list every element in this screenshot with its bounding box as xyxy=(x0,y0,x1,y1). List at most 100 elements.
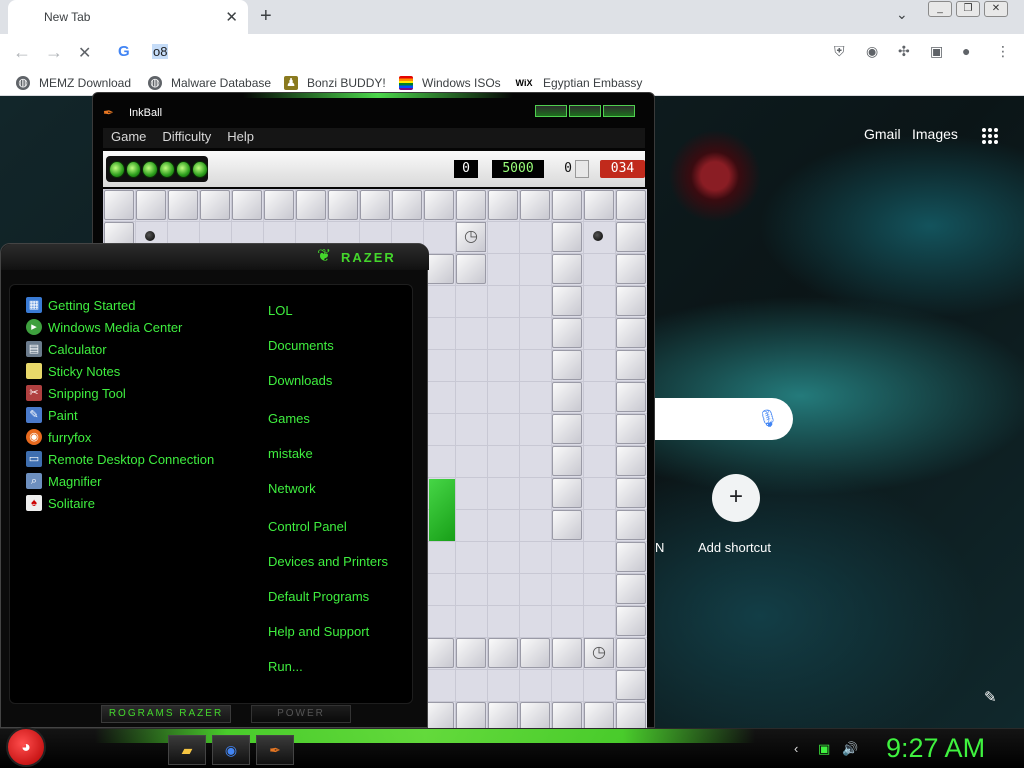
profile-avatar-icon[interactable]: ● xyxy=(962,43,970,59)
program-label: Paint xyxy=(48,407,78,423)
restore-button[interactable]: ❐ xyxy=(956,1,980,17)
side-panel-icon[interactable]: ▣ xyxy=(930,43,943,60)
wall-tile xyxy=(104,190,134,220)
tab-strip: New Tab ✕ + ⌄ _ ❐ ✕ xyxy=(0,0,1024,34)
program-getting-started[interactable]: ▦ Getting Started xyxy=(26,296,135,314)
shortcut-label-partial[interactable]: N xyxy=(655,540,664,555)
stop-loading-icon[interactable]: ✕ xyxy=(78,43,91,63)
bookmark-bonzi[interactable]: ♟ Bonzi BUDDY! xyxy=(284,76,386,90)
program-label: Magnifier xyxy=(48,473,102,489)
wall-tile xyxy=(456,638,486,668)
tab-search-chevron-icon[interactable]: ⌄ xyxy=(896,6,908,23)
program-furryfox[interactable]: ◉ furryfox xyxy=(26,428,91,446)
wall-tile xyxy=(488,638,518,668)
wall-tile xyxy=(552,254,582,284)
timer-tile-icon: ◷ xyxy=(584,638,614,668)
new-tab-button[interactable]: + xyxy=(260,5,272,28)
minimize-button[interactable] xyxy=(535,105,567,117)
show-hidden-icons-chevron[interactable]: ‹ xyxy=(794,741,798,756)
address-bar-text[interactable]: o8 xyxy=(152,44,169,59)
wall-tile xyxy=(552,350,582,380)
menu-difficulty[interactable]: Difficulty xyxy=(162,129,211,148)
bookmark-egyptian-embassy[interactable]: WiX Egyptian Embassy xyxy=(514,76,643,90)
bookmark-memz[interactable]: ◍ MEMZ Download xyxy=(16,76,131,90)
back-icon[interactable]: ← xyxy=(13,42,31,63)
timer-tile-icon: ◷ xyxy=(456,222,486,252)
place-network[interactable]: Network xyxy=(268,481,316,496)
taskbar: ◕ ▰ ◉ ✒ ‹ ▣ 🔊 9:27 AM xyxy=(0,727,1024,768)
close-button[interactable] xyxy=(603,105,635,117)
program-paint[interactable]: ✎ Paint xyxy=(26,406,78,424)
remaining-balls xyxy=(106,156,209,182)
add-shortcut-label[interactable]: Add shortcut xyxy=(698,540,771,555)
maximize-button[interactable] xyxy=(569,105,601,117)
google-apps-icon[interactable] xyxy=(982,128,998,144)
chrome-icon[interactable]: ◉ xyxy=(212,735,250,765)
place-games[interactable]: Games xyxy=(268,411,310,426)
bookmark-windows-isos[interactable]: Windows ISOs xyxy=(399,76,501,90)
program-solitaire[interactable]: ♠ Solitaire xyxy=(26,494,95,512)
close-window-button[interactable]: ✕ xyxy=(984,1,1008,17)
network-icon[interactable]: ▣ xyxy=(818,741,830,757)
ublock-icon[interactable]: ⛨ xyxy=(834,43,845,60)
place-devices-printers[interactable]: Devices and Printers xyxy=(268,554,388,569)
program-snipping-tool[interactable]: ✂ Snipping Tool xyxy=(26,384,126,402)
program-calculator[interactable]: ▤ Calculator xyxy=(26,340,107,358)
program-sticky-notes[interactable]: Sticky Notes xyxy=(26,362,120,380)
customize-pencil-icon[interactable]: ✎ xyxy=(984,688,997,706)
program-remote-desktop[interactable]: ▭ Remote Desktop Connection xyxy=(26,450,214,468)
minimize-button[interactable]: _ xyxy=(928,1,952,17)
menu-game[interactable]: Game xyxy=(111,129,146,148)
extension-flag-icon[interactable]: ◉ xyxy=(866,43,878,60)
wall-tile xyxy=(616,670,646,700)
place-mistake[interactable]: mistake xyxy=(268,446,313,461)
place-help-support[interactable]: Help and Support xyxy=(268,624,369,639)
wall-tile xyxy=(456,702,486,729)
explorer-folder-icon[interactable]: ▰ xyxy=(168,735,206,765)
getting-started-icon: ▦ xyxy=(26,297,42,313)
forward-icon[interactable]: → xyxy=(45,42,63,63)
wall-tile xyxy=(552,222,582,252)
place-run[interactable]: Run... xyxy=(268,659,303,674)
wall-tile xyxy=(584,702,614,729)
firefox-icon: ◉ xyxy=(26,429,42,445)
clock[interactable]: 9:27 AM xyxy=(886,733,985,764)
bookmark-malware-db[interactable]: ◍ Malware Database xyxy=(148,76,271,90)
green-block xyxy=(429,479,455,541)
tab-new-tab[interactable]: New Tab ✕ xyxy=(8,0,248,34)
program-media-center[interactable]: ▸ Windows Media Center xyxy=(26,318,182,336)
inkball-taskbar-icon[interactable]: ✒ xyxy=(256,735,294,765)
gmail-link[interactable]: Gmail xyxy=(864,126,901,142)
start-button-angry-bird-icon[interactable]: ◕ xyxy=(6,727,46,767)
images-link[interactable]: Images xyxy=(912,126,958,142)
wall-tile xyxy=(616,190,646,220)
bonzi-icon: ♟ xyxy=(284,76,298,90)
place-lol[interactable]: LOL xyxy=(268,303,293,318)
menu-kebab-icon[interactable]: ⋮ xyxy=(996,43,1010,60)
wall-tile xyxy=(424,702,454,729)
address-bar[interactable]: G o8 xyxy=(110,38,810,66)
browser-toolbar: ← → ✕ G o8 ⛨ ◉ ✣ ▣ ● ⋮ xyxy=(0,34,1024,70)
volume-icon[interactable]: 🔊 xyxy=(842,741,858,757)
wall-tile xyxy=(456,190,486,220)
wall-tile xyxy=(200,190,230,220)
place-default-programs[interactable]: Default Programs xyxy=(268,589,369,604)
microphone-icon[interactable]: 🎙 xyxy=(757,409,779,429)
power-button[interactable]: POWER xyxy=(251,705,351,723)
google-search-box[interactable]: 🎙 xyxy=(640,398,793,440)
windows-flag-icon xyxy=(399,76,413,90)
add-shortcut-button[interactable]: + xyxy=(712,474,760,522)
wall-tile xyxy=(552,638,582,668)
snipping-tool-icon: ✂ xyxy=(26,385,42,401)
place-downloads[interactable]: Downloads xyxy=(268,373,332,388)
place-control-panel[interactable]: Control Panel xyxy=(268,519,347,534)
start-menu-panel: ▦ Getting Started ▸ Windows Media Center… xyxy=(9,284,413,704)
program-label: Calculator xyxy=(48,341,107,357)
ball-icon xyxy=(175,160,192,178)
place-documents[interactable]: Documents xyxy=(268,338,334,353)
all-programs-button[interactable]: ROGRAMS RAZER xyxy=(101,705,231,723)
menu-help[interactable]: Help xyxy=(227,129,254,148)
program-magnifier[interactable]: ⌕ Magnifier xyxy=(26,472,101,490)
extensions-puzzle-icon[interactable]: ✣ xyxy=(898,43,910,60)
close-tab-icon[interactable]: ✕ xyxy=(225,8,238,26)
